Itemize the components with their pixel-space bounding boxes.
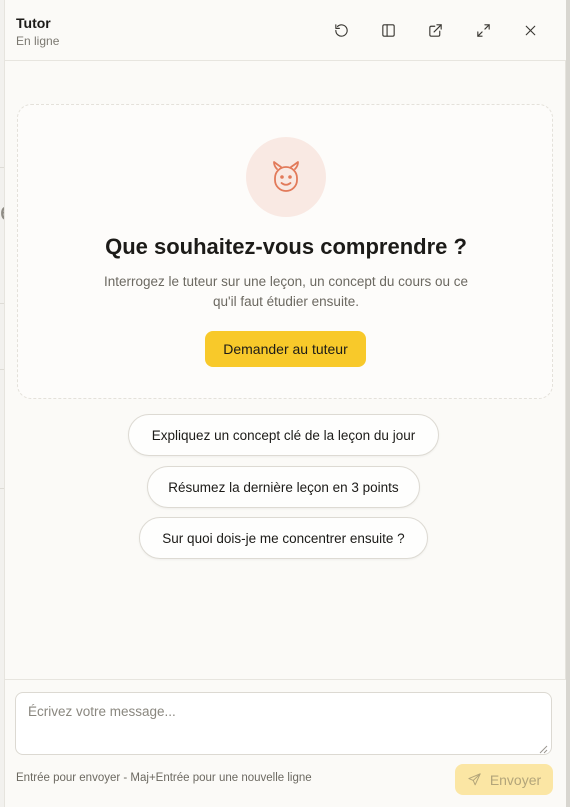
send-button[interactable]: Envoyer — [455, 764, 553, 795]
send-icon — [468, 773, 481, 786]
suggestion-chip[interactable]: Expliquez un concept clé de la leçon du … — [128, 414, 439, 456]
welcome-title: Que souhaitez-vous comprendre ? — [105, 234, 467, 259]
reset-icon — [334, 23, 348, 37]
open-external-button[interactable] — [422, 17, 448, 43]
welcome-subtitle: Interrogez le tuteur sur une leçon, un c… — [104, 274, 468, 309]
status-text: En ligne — [16, 34, 60, 48]
expand-button[interactable] — [470, 17, 496, 43]
keyboard-hint: Entrée pour envoyer - Maj+Entrée pour un… — [16, 772, 312, 784]
message-input[interactable] — [15, 692, 552, 755]
scrollbar[interactable] — [566, 0, 570, 807]
close-icon — [525, 25, 535, 35]
expand-icon — [476, 23, 490, 37]
tutor-face-icon — [273, 161, 299, 192]
resize-handle-icon[interactable] — [538, 741, 548, 754]
tutor-chat-panel: Tutor En ligne Que souhaitez-vous compre… — [4, 0, 567, 807]
external-link-icon — [428, 23, 442, 37]
ask-tutor-button[interactable]: Demander au tuteur — [205, 331, 366, 367]
welcome-card: Que souhaitez-vous comprendre ? Interrog… — [17, 104, 553, 399]
sidebar-icon — [381, 23, 395, 37]
panel-header: Tutor En ligne — [5, 0, 567, 61]
tutor-avatar — [246, 137, 326, 217]
suggestion-chip[interactable]: Sur quoi dois-je me concentrer ensuite ? — [139, 517, 428, 559]
close-button[interactable] — [517, 17, 543, 43]
suggestion-chip[interactable]: Résumez la dernière leçon en 3 points — [147, 466, 420, 508]
sidebar-toggle-button[interactable] — [375, 17, 401, 43]
composer: Entrée pour envoyer - Maj+Entrée pour un… — [5, 679, 567, 807]
reset-button[interactable] — [328, 17, 354, 43]
send-button-label: Envoyer — [489, 771, 542, 788]
panel-title: Tutor — [16, 15, 51, 31]
